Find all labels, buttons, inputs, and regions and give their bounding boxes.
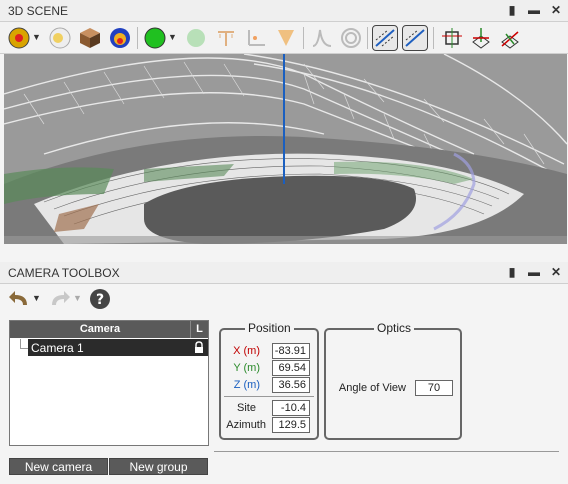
divider [214,451,559,452]
camera-column-header[interactable]: Camera [10,323,190,335]
y-field[interactable]: 69.54 [272,360,310,376]
site-field[interactable]: -10.4 [272,400,310,416]
y-label: Y (m) [233,362,260,374]
scene-panel-title: 3D SCENE [8,4,69,18]
scene-toolbar: ▼ ▼ [0,22,568,54]
spotlight-faded-icon[interactable] [274,26,298,50]
display-mode-dropdown-icon[interactable]: ▼ [168,32,177,42]
scene-panel-titlebar: 3D SCENE ▮ ▬ ✕ [0,0,568,22]
camera-toolbar: ▼ ▼ ? [0,284,568,314]
optics-legend: Optics [374,321,415,335]
azimuth-field[interactable]: 129.5 [272,417,310,433]
redo-icon[interactable] [48,287,72,311]
undo-dropdown-icon[interactable]: ▼ [32,293,41,303]
svg-text:?: ? [96,292,104,308]
polar-faded-icon[interactable] [339,26,363,50]
x-field[interactable]: -83.91 [272,343,310,359]
undo-icon[interactable] [7,287,31,311]
luminance-icon[interactable] [108,26,132,50]
scene-viewport[interactable] [4,54,567,244]
camera-panel-titlebar: CAMERA TOOLBOX ▮ ▬ ✕ [0,262,568,284]
plane-axis-icon[interactable] [469,26,493,50]
isolines-icon[interactable] [372,25,398,51]
camera-list: Camera L Camera 1 [9,320,209,446]
luminaire-faded-icon[interactable] [214,26,238,50]
position-divider [224,396,314,397]
pin-icon[interactable]: ▮ [506,3,518,17]
sphere-faded-icon[interactable] [184,26,208,50]
light-icon[interactable] [48,26,72,50]
new-camera-button[interactable]: New camera [9,458,108,475]
position-legend: Position [245,321,294,335]
z-field[interactable]: 36.56 [272,377,310,393]
rotate-axis-icon[interactable] [498,26,522,50]
lock-column-header[interactable]: L [190,321,208,338]
lock-icon[interactable] [193,341,205,354]
display-mode-icon[interactable] [143,26,167,50]
new-group-button[interactable]: New group [109,458,208,475]
camera-list-header: Camera L [10,321,208,338]
close-icon[interactable]: ✕ [550,265,562,279]
azimuth-label: Azimuth [226,419,266,431]
grid-lines-icon[interactable] [402,25,428,51]
minimize-icon[interactable]: ▬ [528,265,540,279]
render-mode-dropdown-icon[interactable]: ▼ [32,32,41,42]
camera-frame-icon[interactable] [440,26,464,50]
x-label: X (m) [233,345,260,357]
z-label: Z (m) [233,379,260,391]
camera-item-label: Camera 1 [31,341,84,355]
list-item[interactable]: Camera 1 [28,339,208,356]
render-mode-icon[interactable] [7,26,31,50]
axis-faded-icon[interactable] [244,26,268,50]
pin-icon[interactable]: ▮ [506,265,518,279]
site-label: Site [237,402,256,414]
camera-panel-title: CAMERA TOOLBOX [8,266,120,280]
angle-of-view-label: Angle of View [338,382,406,394]
photometry-faded-icon[interactable] [310,26,334,50]
redo-dropdown-icon[interactable]: ▼ [73,293,82,303]
object-box-icon[interactable] [78,26,102,50]
help-icon[interactable]: ? [88,287,112,311]
minimize-icon[interactable]: ▬ [528,3,540,17]
close-icon[interactable]: ✕ [550,3,562,17]
angle-of-view-field[interactable]: 70 [415,380,453,396]
